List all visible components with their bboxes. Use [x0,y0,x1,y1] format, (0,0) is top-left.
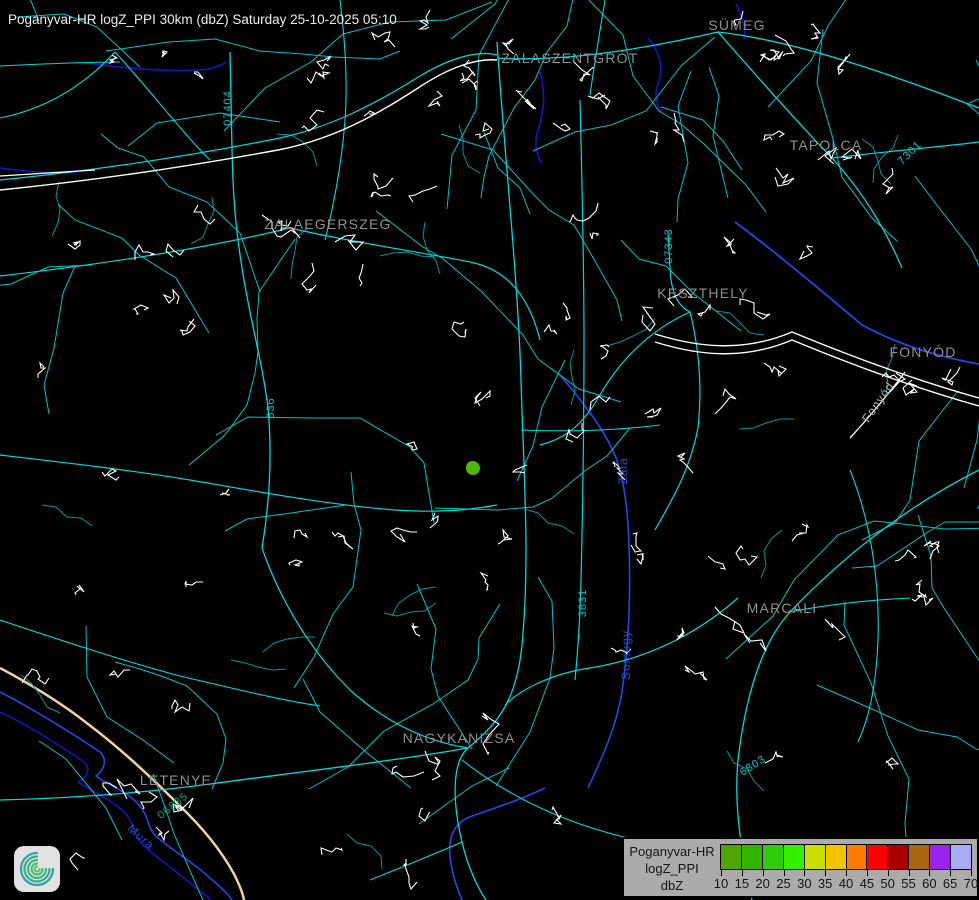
legend-color-cell [763,845,784,869]
radar-echo [466,461,480,475]
minor-road-layer [0,0,979,900]
city-label-nagykanizsa: NAGYKANIZSA [403,730,516,746]
legend-tick-label: 30 [797,876,811,891]
river-layer [0,222,979,900]
river-label-somogy: Somogy [619,630,633,680]
dark-river-layer [0,4,745,900]
city-label-tapolca: TAPOLCA [790,137,863,153]
river-label-zala: Zala [616,457,630,484]
legend-color-cell [867,845,888,869]
legend-color-cell [951,845,971,869]
legend-color-cell [742,845,763,869]
legend-tick-label: 55 [901,876,915,891]
legend-tick-labels: 10152025303540455055606570 [720,876,972,892]
road-label-536: 536 [265,397,277,418]
legend-product-name: logZ_PPI [624,860,720,877]
city-label-zalaszentgrot: ZALASZENTGRÓT [502,50,639,66]
stream-layer [21,125,898,869]
legend-tick-label: 70 [964,876,978,891]
legend-product-label: Poganyvar-HR logZ_PPI dbZ [624,839,720,896]
legend-unit: dbZ [624,877,720,894]
legend-tick-label: 15 [735,876,749,891]
product-title: Poganyvar-HR logZ_PPI 30km (dbZ) Saturda… [8,12,397,27]
legend-site-name: Poganyvar-HR [624,843,720,860]
legend-color-cell [721,845,742,869]
legend-color-cell [826,845,847,869]
legend-tick-label: 50 [880,876,894,891]
major-white-road-layer [0,60,979,438]
legend-tick-label: 65 [943,876,957,891]
road-label-3831: 3831 [577,589,589,617]
city-label-zalaegerszeg: ZALAEGERSZEG [264,216,391,232]
legend-color-cell [909,845,930,869]
radar-provider-logo [14,846,60,892]
radar-legend: Poganyvar-HR logZ_PPI dbZ 10 15 20 25 30 35 40… [622,837,979,898]
legend-tick-label: 45 [860,876,874,891]
radar-image: Poganyvar-HR logZ_PPI 30km (dbZ) Saturda… [0,0,979,900]
road-label-07343: 07343 [663,228,675,264]
road-label-07404: 07404 [222,90,234,126]
legend-tick-label: 40 [839,876,853,891]
legend-color-cell [888,845,909,869]
legend-color-cell [847,845,868,869]
city-label-fonyod: FONYÓD [889,344,956,360]
city-label-marcali: MARCALI [747,600,818,616]
city-label-sumeg: SÜMEG [708,17,765,33]
legend-cells [720,844,972,870]
city-label-letenye: LETENYE [140,772,212,788]
legend-tick-label: 20 [755,876,769,891]
radar-map [0,0,979,900]
legend-tick-label: 60 [922,876,936,891]
legend-scale: 10152025303540455055606570 [720,839,977,896]
spiral-icon [18,850,56,888]
legend-tick-label: 35 [818,876,832,891]
legend-color-cell [784,845,805,869]
legend-color-cell [930,845,951,869]
legend-tick-label: 10 [714,876,728,891]
legend-tick-label: 25 [776,876,790,891]
legend-color-cell [805,845,826,869]
city-label-keszthely: KESZTHELY [657,285,748,301]
